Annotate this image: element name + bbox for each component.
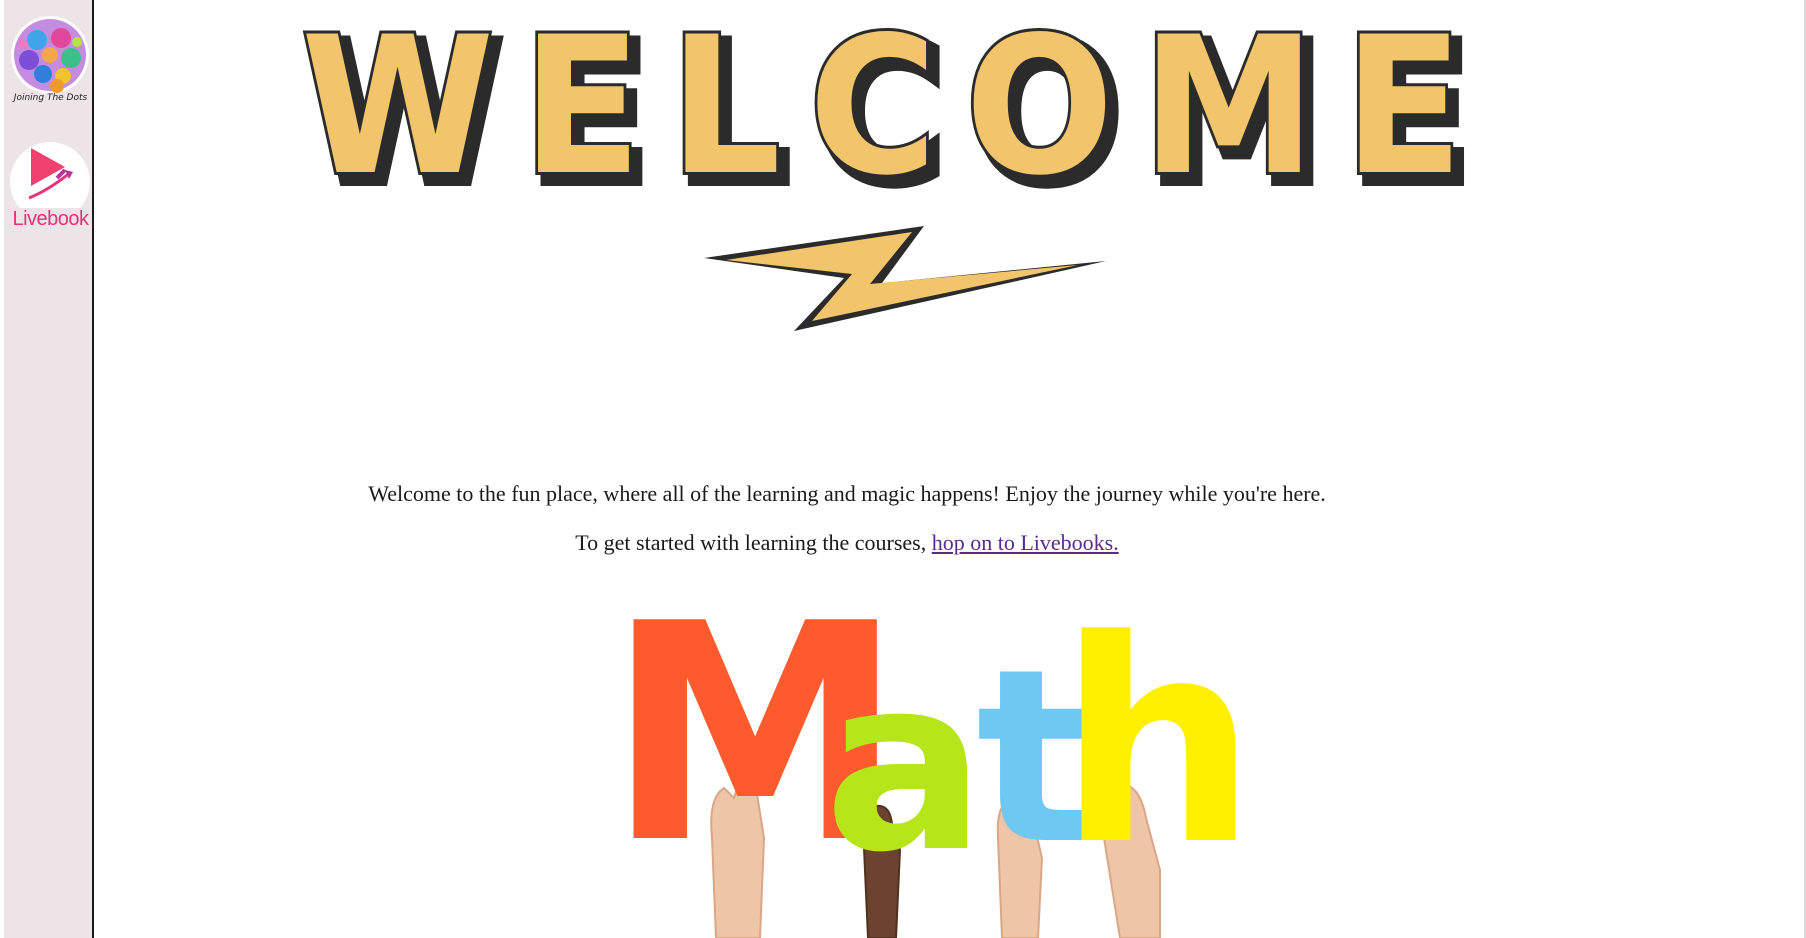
lightning-bolt-icon bbox=[704, 226, 1106, 331]
welcome-title-text: WELCOME bbox=[301, 10, 1491, 217]
livebooks-link[interactable]: hop on to Livebooks. bbox=[932, 530, 1119, 555]
intro-text: Welcome to the fun place, where all of t… bbox=[368, 481, 1326, 506]
math-letter-h: h bbox=[1058, 588, 1257, 907]
sidebar-item-label: Livebook bbox=[12, 208, 89, 230]
cta-line: To get started with learning the courses… bbox=[96, 530, 1598, 556]
sidebar: Joining The Dots Livebook bbox=[0, 0, 94, 938]
welcome-title: WELCOME WELCOME bbox=[298, 10, 1491, 231]
joining-the-dots-logo-icon bbox=[11, 16, 89, 94]
cta-prefix: To get started with learning the courses… bbox=[575, 530, 932, 555]
sidebar-item-livebook[interactable]: Livebook bbox=[7, 142, 94, 238]
livebook-logo-icon bbox=[10, 142, 90, 208]
sidebar-item-label: Joining The Dots bbox=[13, 93, 88, 103]
sidebar-item-joining-the-dots[interactable]: Joining The Dots bbox=[7, 14, 94, 110]
welcome-banner: WELCOME WELCOME bbox=[298, 10, 1491, 331]
math-image: M a t h bbox=[606, 588, 1257, 938]
page: Joining The Dots Livebook WELCOME WELCOM… bbox=[0, 0, 1806, 938]
math-letter-a: a bbox=[824, 625, 986, 905]
